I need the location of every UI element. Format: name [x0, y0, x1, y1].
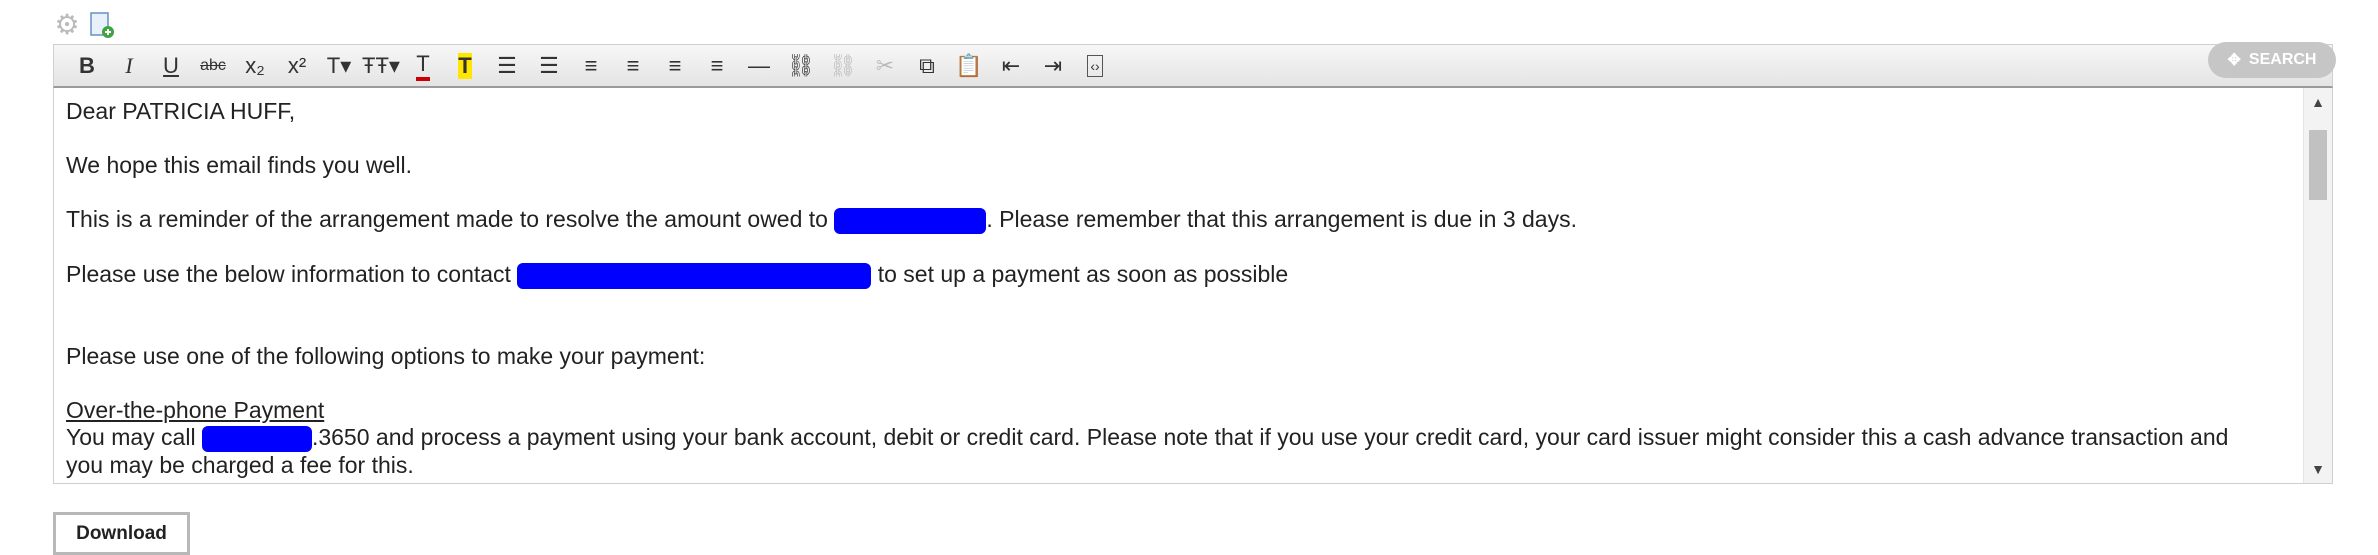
redaction-mark — [834, 207, 987, 234]
numbered-list-button[interactable]: ☰ — [528, 48, 570, 84]
body-line-1: We hope this email finds you well. — [66, 152, 413, 178]
body-line-3-prefix: Please use the below information to cont… — [66, 260, 518, 287]
scroll-thumb[interactable] — [2309, 130, 2327, 200]
html-source-button[interactable]: ‹› — [1074, 48, 1116, 84]
align-right-icon: ≡ — [668, 52, 682, 78]
body-line-5-suffix: .3650 and process a payment using your b… — [311, 423, 2229, 450]
superscript-icon: x² — [287, 52, 307, 78]
html-source-icon: ‹› — [1087, 54, 1103, 77]
email-editor[interactable]: Dear PATRICIA HUFF, We hope this email f… — [53, 88, 2333, 484]
cut-icon: ✂ — [875, 52, 895, 78]
text-color-icon: T — [416, 51, 430, 81]
phone-payment-heading: Over-the-phone Payment — [66, 396, 325, 423]
move-icon: ✥ — [2227, 52, 2241, 69]
bold-icon: B — [79, 52, 95, 78]
superscript-button[interactable]: x² — [276, 48, 318, 84]
bold-button[interactable]: B — [66, 48, 108, 84]
settings-gear-icon[interactable]: ⚙ — [53, 11, 81, 39]
numbered-list-icon: ☰ — [539, 52, 559, 78]
horizontal-rule-icon: — — [748, 52, 770, 78]
italic-button[interactable]: I — [108, 48, 150, 84]
subscript-button[interactable]: x₂ — [234, 48, 276, 84]
body-line-5: You may call .3650 and process a payment… — [66, 424, 2296, 452]
body-line-4: Please use one of the following options … — [66, 342, 706, 369]
font-size-button[interactable]: T▾ — [318, 48, 360, 84]
redaction-mark — [201, 425, 312, 452]
scroll-down-arrow-icon[interactable]: ▼ — [2304, 455, 2332, 483]
bulleted-list-button[interactable]: ☰ — [486, 48, 528, 84]
body-line-5-prefix: You may call — [66, 423, 202, 450]
italic-icon: I — [125, 52, 133, 78]
align-center-icon: ≡ — [626, 52, 640, 78]
subscript-icon: x₂ — [245, 52, 265, 78]
indent-icon: ⇥ — [1043, 52, 1063, 78]
strikethrough-button[interactable]: abc — [192, 48, 234, 84]
unlink-button[interactable]: ⛓ — [822, 48, 864, 84]
underline-button[interactable]: U — [150, 48, 192, 84]
font-family-button[interactable]: ŦŦ▾ — [360, 48, 402, 84]
align-right-button[interactable]: ≡ — [654, 48, 696, 84]
body-line-3: Please use the below information to cont… — [66, 261, 2296, 289]
search-label: SEARCH — [2248, 51, 2317, 68]
align-left-icon: ≡ — [584, 52, 598, 78]
email-body[interactable]: Dear PATRICIA HUFF, We hope this email f… — [66, 94, 2296, 479]
paste-icon: 📋 — [955, 52, 983, 78]
bulleted-list-icon: ☰ — [497, 52, 517, 78]
editor-toolbar: B I Uabc x₂ x² T▾ ŦŦ▾ T T ☰ ☰ ≡ ≡ ≡ ≡ — ⛓ ⛓ ✂ ⧉ 📋 ⇤ ⇥ ‹› — [53, 44, 2333, 88]
highlight-icon: T — [458, 52, 472, 79]
align-left-button[interactable]: ≡ — [570, 48, 612, 84]
highlight-button[interactable]: T — [444, 48, 486, 84]
body-line-2-prefix: This is a reminder of the arrangement ma… — [66, 206, 835, 232]
align-center-button[interactable]: ≡ — [612, 48, 654, 84]
body-line-2: This is a reminder of the arrangement ma… — [66, 206, 2296, 234]
new-document-icon[interactable] — [89, 11, 115, 39]
outdent-button[interactable]: ⇤ — [990, 48, 1032, 84]
cut-button[interactable]: ✂ — [864, 48, 906, 84]
download-button[interactable]: Download — [53, 512, 190, 555]
underline-icon: U — [163, 52, 179, 78]
paste-button[interactable]: 📋 — [948, 48, 990, 84]
body-line-6: you may be charged a fee for this. — [66, 451, 414, 478]
unlink-icon: ⛓ — [829, 52, 857, 78]
search-button[interactable]: ✥ SEARCH — [2208, 42, 2336, 78]
strikethrough-icon: abc — [200, 56, 226, 74]
body-line-3-suffix: to set up a payment as soon as possible — [871, 260, 1289, 287]
text-color-button[interactable]: T — [402, 48, 444, 84]
redaction-mark — [517, 262, 872, 289]
copy-icon: ⧉ — [919, 52, 935, 78]
vertical-scrollbar[interactable]: ▲ ▼ — [2303, 88, 2332, 483]
font-family-icon: ŦŦ▾ — [362, 52, 400, 78]
insert-link-button[interactable]: ⛓ — [780, 48, 822, 84]
insert-link-icon: ⛓ — [787, 52, 815, 78]
greeting-line: Dear PATRICIA HUFF, — [66, 98, 296, 124]
font-size-icon: T▾ — [326, 52, 352, 78]
copy-button[interactable]: ⧉ — [906, 48, 948, 84]
horizontal-rule-button[interactable]: — — [738, 48, 780, 84]
scroll-up-arrow-icon[interactable]: ▲ — [2304, 88, 2332, 116]
outdent-icon: ⇤ — [1001, 52, 1021, 78]
justify-button[interactable]: ≡ — [696, 48, 738, 84]
body-line-2-suffix: . Please remember that this arrangement … — [986, 206, 1577, 232]
top-icon-bar: ⚙ — [53, 10, 115, 40]
indent-button[interactable]: ⇥ — [1032, 48, 1074, 84]
justify-icon: ≡ — [710, 52, 724, 78]
